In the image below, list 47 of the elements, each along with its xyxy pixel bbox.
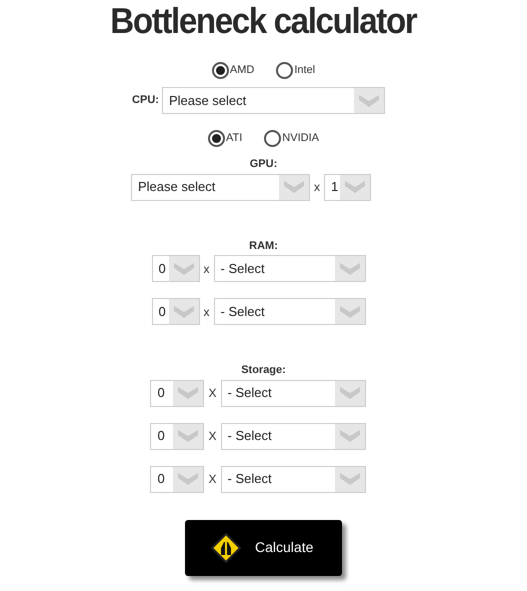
radio-option[interactable]: Intel (276, 62, 316, 79)
radio-option[interactable]: ATI (208, 130, 242, 147)
warning-sign-icon (211, 532, 241, 562)
chevron-down-icon (174, 306, 194, 318)
chevron-down-icon (178, 387, 198, 399)
chevron-down-icon (340, 306, 360, 318)
chevron-down-icon (174, 262, 194, 274)
quantity-dropdown[interactable]: 1 (324, 174, 371, 200)
type-dropdown[interactable]: - Select (214, 255, 366, 282)
field-label: Storage: (241, 363, 286, 378)
multiplier-label: X (207, 428, 218, 445)
quantity-dropdown[interactable]: 0 (152, 298, 200, 325)
multiplier-label: x (202, 260, 210, 278)
chevron-down-icon (340, 430, 360, 442)
chevron-down-icon (340, 473, 360, 485)
chevron-down-icon (178, 473, 198, 485)
field-label: RAM: (249, 238, 278, 254)
type-dropdown[interactable]: - Select (214, 298, 366, 325)
chevron-down-icon (284, 181, 304, 193)
gpu-dropdown[interactable]: Please select (131, 174, 310, 200)
quantity-dropdown[interactable]: 0 (150, 380, 204, 406)
cpu-dropdown[interactable]: Please select (162, 87, 385, 114)
multiplier-label: x (313, 179, 321, 196)
calculate-button[interactable]: Calculate (185, 520, 342, 576)
field-label: CPU: (132, 93, 159, 108)
type-dropdown[interactable]: - Select (220, 466, 366, 492)
radio-option[interactable]: NVIDIA (264, 130, 319, 147)
chevron-down-icon (340, 262, 360, 274)
radio-button[interactable] (208, 130, 225, 147)
radio-option[interactable]: AMD (212, 62, 254, 79)
radio-button[interactable] (264, 130, 282, 147)
chevron-down-icon (358, 94, 379, 106)
multiplier-label: x (202, 304, 210, 320)
field-label: GPU: (250, 157, 278, 172)
type-dropdown[interactable]: - Select (220, 422, 366, 450)
type-dropdown[interactable]: - Select (220, 380, 366, 406)
radio-button[interactable] (212, 62, 229, 79)
quantity-dropdown[interactable]: 0 (152, 255, 200, 282)
multiplier-label: X (207, 471, 218, 488)
chevron-down-icon (178, 430, 198, 442)
chevron-down-icon (340, 387, 360, 399)
chevron-down-icon (345, 181, 365, 193)
quantity-dropdown[interactable]: 0 (150, 466, 204, 492)
page-title: Bottleneck calculator (110, 1, 416, 41)
multiplier-label: X (207, 385, 218, 402)
quantity-dropdown[interactable]: 0 (150, 422, 204, 450)
radio-button[interactable] (276, 62, 294, 79)
